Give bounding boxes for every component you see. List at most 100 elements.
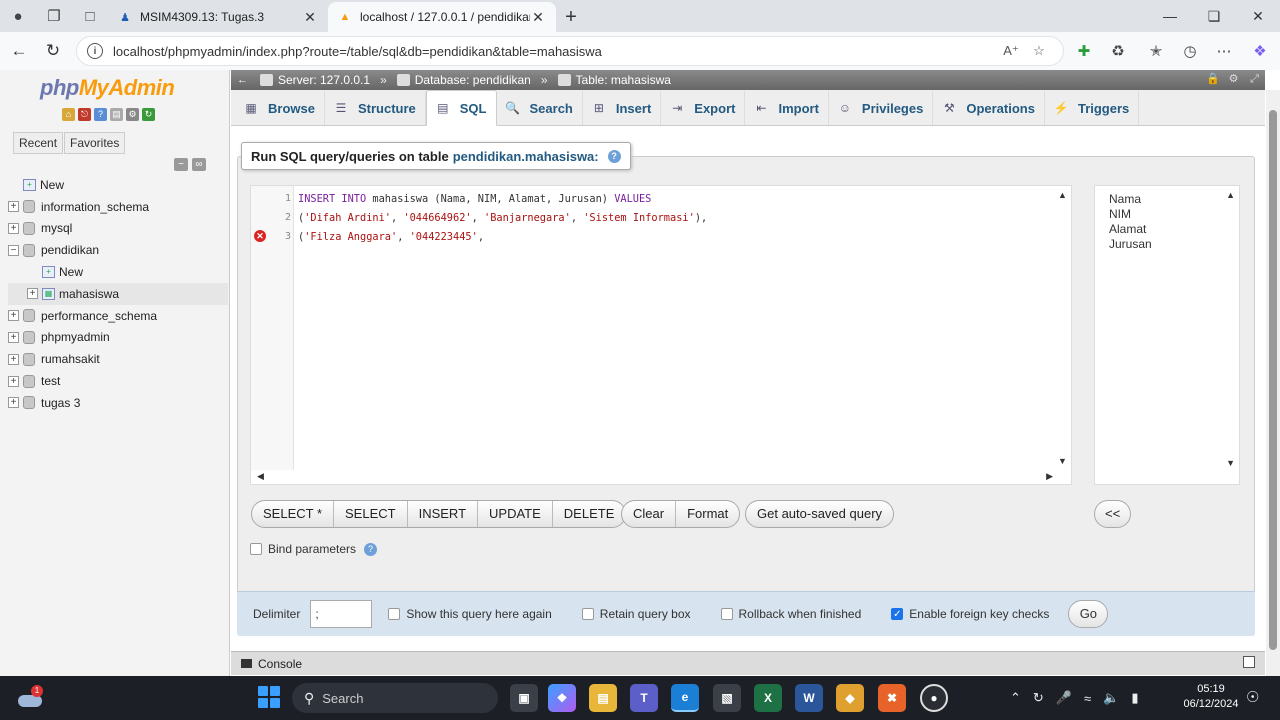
url-bar[interactable]: i localhost/phpmyadmin/index.php?route=/…: [76, 36, 1064, 66]
expand-icon[interactable]: +: [8, 375, 19, 387]
scroll-left-icon[interactable]: ◀: [257, 471, 264, 482]
reload-nav-icon[interactable]: ↻: [142, 108, 155, 121]
notification-bell-icon[interactable]: ☉: [1246, 688, 1259, 706]
history-icon[interactable]: ◷: [1174, 36, 1206, 66]
help-icon[interactable]: ?: [94, 108, 107, 121]
rollback-checkbox[interactable]: [720, 608, 733, 620]
reload-icon[interactable]: ↻: [36, 34, 70, 68]
retain-query-option[interactable]: Retain query box: [581, 607, 691, 621]
console-toggle-icon[interactable]: [1243, 656, 1255, 668]
settings-gear-icon[interactable]: ⚙: [126, 108, 139, 121]
tab-triggers[interactable]: ⚡ Triggers: [1045, 91, 1140, 125]
tree-item-mahasiswa[interactable]: + ▦ mahasiswa: [8, 282, 228, 305]
lock-icon[interactable]: 🔒: [1206, 73, 1220, 86]
tree-item-test[interactable]: + test: [8, 370, 228, 392]
column-list[interactable]: Nama NIM Alamat Jurusan ▲ ▼: [1094, 185, 1240, 485]
collapse-all-icon[interactable]: −: [174, 158, 188, 171]
expand-icon[interactable]: +: [8, 397, 19, 409]
virtualbox-icon[interactable]: ◆: [836, 684, 864, 712]
profile-icon[interactable]: ●: [0, 0, 36, 32]
favorites-tab[interactable]: Favorites: [64, 132, 126, 154]
update-button[interactable]: UPDATE: [478, 501, 553, 527]
breadcrumb-table[interactable]: Table: mahasiswa: [552, 73, 671, 87]
scroll-down-icon[interactable]: ▼: [1226, 458, 1235, 468]
store-icon[interactable]: ▧: [713, 684, 741, 712]
delete-button[interactable]: DELETE: [553, 501, 626, 527]
column-option[interactable]: Jurusan: [1109, 237, 1152, 251]
weather-widget[interactable]: 1: [18, 685, 44, 711]
close-window-icon[interactable]: ✕: [1236, 0, 1280, 32]
scroll-up-icon[interactable]: ▲: [1226, 190, 1235, 200]
copilot-app-icon[interactable]: ❖: [548, 684, 576, 712]
wifi-icon[interactable]: ≈: [1084, 691, 1091, 706]
go-button[interactable]: Go: [1068, 600, 1109, 628]
microphone-icon[interactable]: 🎤: [1056, 690, 1072, 706]
more-menu-icon[interactable]: ⋯: [1208, 36, 1240, 66]
column-option[interactable]: Alamat: [1109, 222, 1146, 236]
breadcrumb-server[interactable]: Server: 127.0.0.1: [254, 73, 370, 87]
copilot-icon[interactable]: ❖: [1244, 36, 1276, 66]
expand-icon[interactable]: +: [8, 310, 19, 322]
settings-gear-icon[interactable]: ⚙: [1227, 73, 1240, 86]
editor-vertical-scrollbar[interactable]: ▲ ▼: [1055, 186, 1071, 470]
expand-icon[interactable]: +: [8, 353, 19, 365]
minimize-icon[interactable]: —: [1148, 0, 1192, 32]
recent-tab[interactable]: Recent: [13, 132, 64, 154]
code-line-1[interactable]: INSERT INTO mahasiswa (Nama, NIM, Alamat…: [298, 193, 651, 205]
link-with-main-icon[interactable]: ∞: [192, 158, 206, 171]
sql-editor[interactable]: 1 2 ✕ 3 INSERT INTO mahasiswa (Nama, NIM…: [250, 185, 1072, 485]
code-line-2[interactable]: ('Difah Ardini', '044664962', 'Banjarneg…: [298, 212, 707, 224]
expand-icon[interactable]: +: [8, 222, 19, 234]
xampp-icon[interactable]: ✖: [878, 684, 906, 712]
close-tab-icon[interactable]: ✕: [302, 9, 318, 26]
tab-import[interactable]: ⇤ Import: [745, 91, 829, 125]
format-button[interactable]: Format: [676, 501, 739, 527]
scrollbar-thumb[interactable]: [1269, 110, 1277, 650]
tree-item-pendidikan[interactable]: − pendidikan: [8, 239, 228, 261]
column-option[interactable]: Nama: [1109, 192, 1141, 206]
help-icon[interactable]: ?: [364, 542, 378, 556]
editor-horizontal-scrollbar[interactable]: ◀ ▶: [251, 468, 1073, 484]
phpmyadmin-logo[interactable]: phpMyAdmin: [40, 75, 175, 101]
edge-icon[interactable]: e: [671, 684, 699, 712]
workspaces-icon[interactable]: ❐: [36, 0, 72, 32]
tab-structure[interactable]: ☰ Structure: [325, 91, 426, 125]
start-button[interactable]: [258, 686, 280, 708]
help-icon[interactable]: ?: [607, 149, 621, 163]
home-icon[interactable]: ⌂: [62, 108, 75, 121]
maximize-icon[interactable]: ❏: [1192, 0, 1236, 32]
bind-parameters-checkbox[interactable]: [250, 543, 262, 555]
tree-item-rumahsakit[interactable]: + rumahsakit: [8, 348, 228, 370]
docs-icon[interactable]: ▤: [110, 108, 123, 121]
tree-item-phpmyadmin[interactable]: + phpmyadmin: [8, 327, 228, 349]
expand-icon[interactable]: +: [27, 288, 38, 300]
obs-icon[interactable]: ●: [920, 684, 948, 712]
back-icon[interactable]: ←: [2, 34, 36, 68]
rollback-option[interactable]: Rollback when finished: [720, 607, 861, 621]
scroll-right-icon[interactable]: ▶: [1046, 471, 1053, 482]
extension-plus-icon[interactable]: ✚: [1068, 36, 1100, 66]
sync-icon[interactable]: ↻: [1033, 690, 1044, 706]
collapse-columns-button[interactable]: <<: [1095, 501, 1130, 527]
tab-export[interactable]: ⇥ Export: [661, 91, 746, 125]
select-star-button[interactable]: SELECT *: [252, 501, 335, 527]
scroll-down-icon[interactable]: ▼: [1058, 456, 1067, 466]
show-query-checkbox[interactable]: [388, 608, 401, 620]
nav-toggle-icon[interactable]: ←: [237, 74, 248, 86]
console-bar[interactable]: Console: [231, 651, 1265, 675]
close-tab-icon[interactable]: ✕: [530, 9, 546, 26]
favorites-icon[interactable]: ✭: [1140, 36, 1172, 66]
tree-item-pendidikan-new[interactable]: + New: [8, 261, 228, 283]
tree-item-tugas-3[interactable]: + tugas 3: [8, 392, 228, 414]
read-aloud-icon[interactable]: A⁺: [997, 43, 1025, 59]
favorite-star-icon[interactable]: ☆: [1025, 43, 1053, 59]
browser-tab-moodle[interactable]: ♟ MSIM4309.13: Tugas.3 ✕: [108, 2, 328, 32]
battery-icon[interactable]: ▮: [1131, 690, 1138, 706]
page-vertical-scrollbar[interactable]: [1266, 90, 1280, 676]
tree-item-performance-schema[interactable]: + performance_schema: [8, 305, 228, 327]
expand-icon[interactable]: +: [8, 331, 19, 343]
tab-actions-icon[interactable]: □: [72, 0, 108, 32]
breadcrumb-database[interactable]: Database: pendidikan: [391, 73, 531, 87]
insert-button[interactable]: INSERT: [408, 501, 479, 527]
tab-insert[interactable]: ⊞ Insert: [583, 91, 662, 125]
